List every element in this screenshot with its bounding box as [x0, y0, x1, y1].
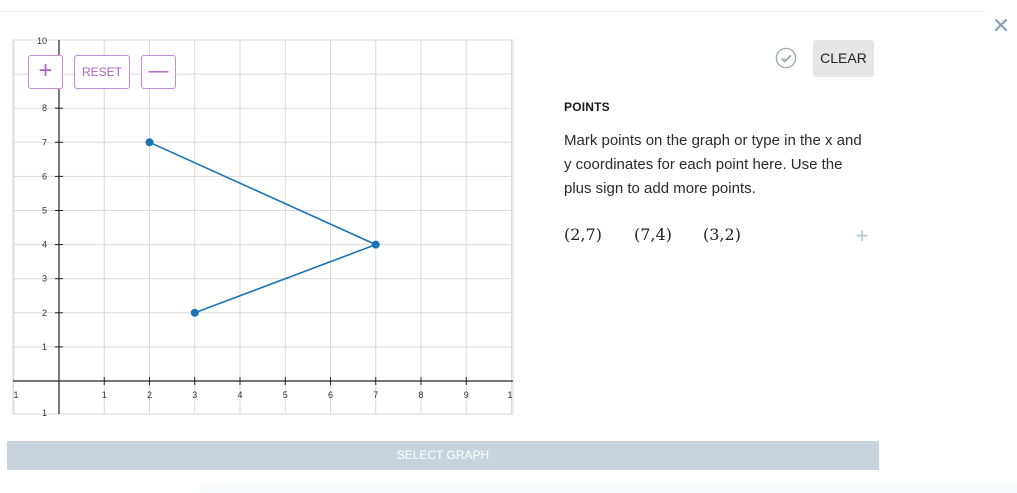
- y-tick-label: 10: [37, 36, 47, 46]
- close-icon[interactable]: ✕: [990, 14, 1012, 38]
- x-tick-label: 8: [418, 390, 423, 400]
- y-tick-label: 1: [42, 408, 47, 418]
- select-graph-button[interactable]: SELECT GRAPH: [7, 441, 879, 470]
- check-circle-icon[interactable]: [775, 47, 797, 69]
- data-point[interactable]: [190, 308, 199, 317]
- point-chip[interactable]: (2,7): [564, 225, 602, 244]
- y-tick-label: 8: [42, 103, 47, 113]
- x-tick-label: 7: [373, 390, 378, 400]
- data-point[interactable]: [145, 138, 154, 147]
- x-tick-label: 9: [464, 390, 469, 400]
- y-tick-label: 7: [42, 137, 47, 147]
- y-tick-label: 5: [42, 206, 47, 216]
- instructions-text: Mark points on the graph or type in the …: [564, 132, 862, 197]
- x-tick-label: 1: [507, 390, 512, 400]
- x-tick-label: 1: [102, 390, 107, 400]
- clear-button[interactable]: CLEAR: [813, 40, 874, 77]
- x-tick-label: 6: [328, 390, 333, 400]
- point-chip[interactable]: (3,2): [703, 225, 741, 244]
- add-point-button[interactable]: +: [28, 55, 63, 89]
- add-point-icon[interactable]: +: [852, 224, 872, 248]
- y-tick-label: 3: [42, 274, 47, 284]
- y-tick-label: 4: [42, 240, 47, 250]
- reset-button[interactable]: RESET: [74, 55, 130, 89]
- data-point[interactable]: [371, 240, 380, 249]
- x-tick-label: 3: [192, 390, 197, 400]
- points-heading: POINTS: [564, 100, 610, 114]
- bottom-shadow: [200, 480, 1017, 493]
- x-tick-label: 4: [237, 390, 242, 400]
- x-tick-label: 5: [283, 390, 288, 400]
- y-tick-label: 6: [42, 171, 47, 181]
- point-chip[interactable]: (7,4): [634, 225, 672, 244]
- x-tick-label: 1: [13, 390, 18, 400]
- x-tick-label: 2: [147, 390, 152, 400]
- graph-frame: [12, 39, 514, 415]
- graph-question-page: ✕ 1 1 2 3 4 5 6 7 8 9 1 10 8 7 6 5 4 3 2 1 1 + RESET — SELEC…: [0, 0, 1017, 493]
- remove-point-button[interactable]: —: [141, 55, 176, 89]
- y-tick-label: 2: [42, 308, 47, 318]
- y-tick-label: 1: [42, 342, 47, 352]
